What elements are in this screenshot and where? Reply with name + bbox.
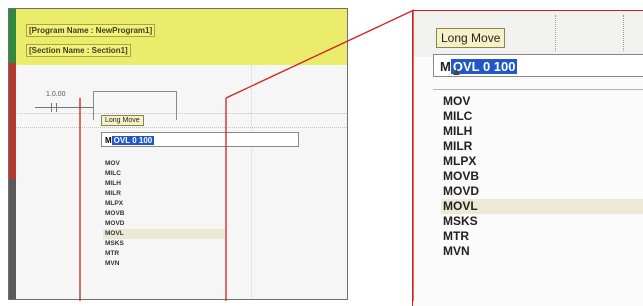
grid-line	[555, 15, 556, 51]
instruction-list-item[interactable]: MTR	[103, 249, 225, 259]
instruction-list-item[interactable]: MOVL	[441, 199, 643, 214]
grid-line	[623, 15, 624, 51]
instruction-list-item[interactable]: MILR	[103, 189, 225, 199]
grid-line	[251, 65, 252, 299]
instruction-list-item[interactable]: MILC	[441, 109, 643, 124]
program-name-label: [Program Name : NewProgram1]	[26, 24, 156, 37]
instruction-input[interactable]: M OVL 0 100	[433, 54, 643, 77]
instruction-list-item[interactable]: MILR	[441, 139, 643, 154]
instruction-tooltip: Long Move	[436, 28, 506, 48]
section-name-label: [Section Name : Section1]	[26, 44, 131, 57]
program-header: [Program Name : NewProgram1] [Section Na…	[16, 9, 347, 66]
instruction-list-item[interactable]: MLPX	[441, 154, 643, 169]
instruction-list-item[interactable]: MVN	[103, 259, 225, 269]
instruction-list-item[interactable]: MTR	[441, 229, 643, 244]
instruction-list-item[interactable]: MILC	[103, 169, 225, 179]
instruction-autocomplete-list[interactable]: MOV MILC MILH MILR MLPX MOVB MOVD MOVL MSKS MTR MV…	[441, 94, 643, 259]
instruction-list-item[interactable]: MOVD	[441, 184, 643, 199]
instruction-list-item[interactable]: MILH	[441, 124, 643, 139]
instruction-list-item[interactable]: MVN	[441, 244, 643, 259]
grid-line	[16, 113, 347, 114]
rung-status-bar	[9, 9, 16, 299]
divider	[433, 89, 643, 90]
input-selection: OVL 0 100	[111, 136, 155, 145]
instruction-list-item[interactable]: MOVL	[103, 229, 225, 239]
zoomed-view: Long Move M OVL 0 100 ▲ MOV MILC MILH MILR ML…	[412, 10, 643, 306]
ladder-editor: [Program Name : NewProgram1] [Section Na…	[8, 8, 348, 300]
instruction-list-item[interactable]: MSKS	[441, 214, 643, 229]
instruction-list-item[interactable]: MOVD	[103, 219, 225, 229]
instruction-list-item[interactable]: MOV	[441, 94, 643, 109]
contact-left-bar	[51, 103, 52, 112]
instruction-tooltip: Long Move	[101, 115, 144, 126]
input-prefix: M	[440, 59, 451, 74]
contact-right-bar	[56, 103, 57, 112]
instruction-list-item[interactable]: MSKS	[103, 239, 225, 249]
instruction-list-item[interactable]: MOVB	[441, 169, 643, 184]
grid-line	[16, 127, 347, 128]
text-cursor-icon: ▲	[451, 66, 462, 78]
instruction-autocomplete-list[interactable]: MOV MILC MILH MILR MLPX MOVB MOVD MOVL MSKS MTR MV…	[103, 159, 225, 269]
instruction-list-item[interactable]: MILH	[103, 179, 225, 189]
instruction-list-item[interactable]: MOVB	[103, 209, 225, 219]
instruction-list-item[interactable]: MLPX	[103, 199, 225, 209]
instruction-list-item[interactable]: MOV	[103, 159, 225, 169]
instruction-input[interactable]: M OVL 0 100	[101, 132, 299, 147]
contact-address: 1.0.00	[46, 91, 66, 98]
rung-wire	[59, 107, 93, 108]
input-prefix: M	[105, 136, 112, 145]
